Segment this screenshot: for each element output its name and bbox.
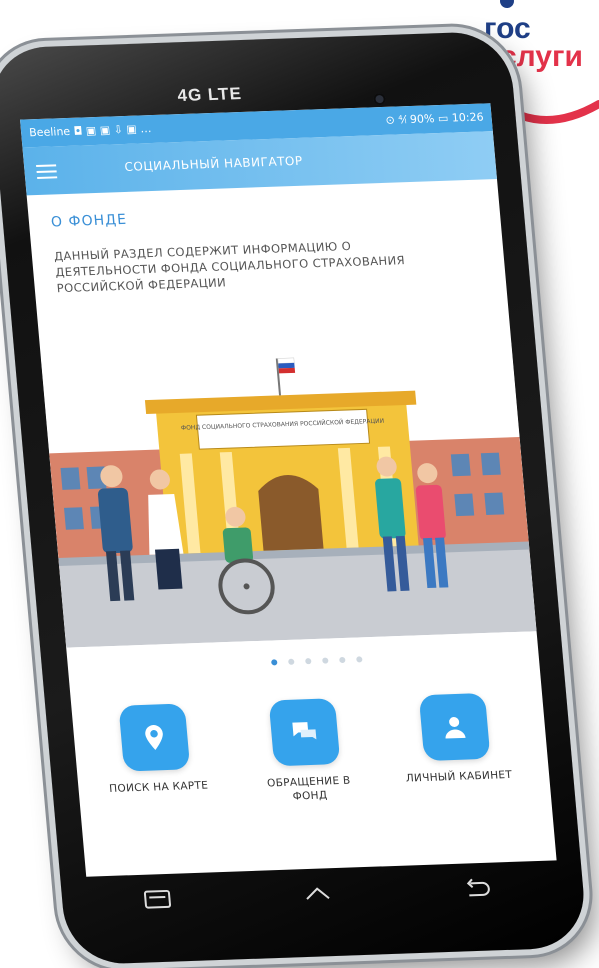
carousel-indicator: [267, 647, 366, 669]
carousel-dot[interactable]: [339, 656, 346, 664]
section-title: О ФОНДЕ: [50, 211, 128, 231]
fund-appeal-button[interactable]: [268, 698, 341, 767]
personal-account-label: ЛИЧНЫЙ КАБИНЕТ: [405, 768, 513, 785]
personal-account-action[interactable]: ЛИЧНЫЙ КАБИНЕТ: [392, 692, 520, 786]
section-description: ДАННЫЙ РАЗДЕЛ СОДЕРЖИТ ИНФОРМАЦИЮ О ДЕЯТ…: [53, 239, 406, 296]
phone-screen: Beeline ◘ ▣ ▣ ⇩ ▣ … ⊙ ⁴⁄ₗ 90% ▭ 10:26 СО…: [20, 103, 557, 877]
carousel-dot[interactable]: [322, 657, 329, 664]
map-search-action[interactable]: ПОИСК НА КАРТЕ: [91, 703, 219, 797]
home-icon[interactable]: [302, 882, 334, 905]
app-title: СОЦИАЛЬНЫЙ НАВИГАТОР: [123, 153, 304, 174]
recent-apps-icon[interactable]: [142, 888, 174, 911]
fund-appeal-label: ОБРАЩЕНИЕ В ФОНД: [266, 774, 352, 803]
back-icon[interactable]: [462, 877, 494, 900]
map-search-button[interactable]: [118, 703, 191, 772]
user-icon: [445, 717, 466, 739]
status-left: Beeline ◘ ▣ ▣ ⇩ ▣ …: [28, 122, 152, 140]
fund-appeal-action[interactable]: ОБРАЩЕНИЕ В ФОНД: [242, 697, 371, 805]
map-pin-icon: [145, 725, 163, 750]
camera-icon: [373, 92, 387, 106]
phone-brand-label: 4G LTE: [176, 83, 243, 106]
personal-account-button[interactable]: [418, 692, 491, 762]
fund-building-illustration: ФОНД СОЦИАЛЬНОГО СТРАХОВАНИЯ РОССИЙСКОЙ …: [40, 342, 537, 648]
phone-mockup: 4G LTE Beeline ◘ ▣ ▣ ⇩ ▣ … ⊙ ⁴⁄ₗ 90% ▭ 1…: [0, 0, 599, 968]
carousel-dot[interactable]: [356, 656, 364, 663]
phone-body: 4G LTE Beeline ◘ ▣ ▣ ⇩ ▣ … ⊙ ⁴⁄ₗ 90% ▭ 1…: [0, 30, 589, 966]
status-right: ⊙ ⁴⁄ₗ 90% ▭ 10:26: [385, 110, 485, 127]
carousel-dot[interactable]: [288, 658, 295, 665]
chat-icon: [292, 722, 317, 740]
android-nav-bar: [101, 869, 545, 924]
map-search-label: ПОИСК НА КАРТЕ: [108, 779, 209, 796]
carousel-dot[interactable]: [271, 659, 278, 666]
carousel-dot[interactable]: [305, 658, 312, 665]
hamburger-menu-icon[interactable]: [36, 160, 58, 183]
quick-actions: ПОИСК НА КАРТЕ ОБРАЩЕНИЕ В ФОНД ЛИЧНЫЙ К…: [71, 691, 541, 803]
